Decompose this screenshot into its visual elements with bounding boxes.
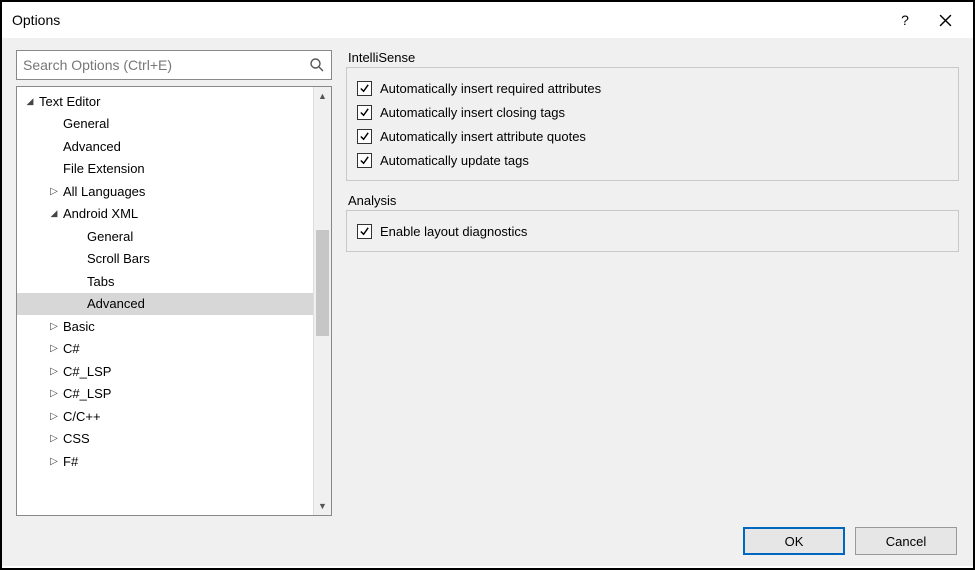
tree-item-label: Text Editor [39, 94, 100, 109]
tree-item[interactable]: ▷C/C++ [17, 405, 313, 428]
cancel-button[interactable]: Cancel [855, 527, 957, 555]
tree-item[interactable]: ▷C#_LSP [17, 383, 313, 406]
chevron-right-icon[interactable]: ▷ [47, 321, 61, 332]
tree-item[interactable]: ▷General [17, 113, 313, 136]
check-icon [359, 131, 370, 142]
search-input[interactable] [23, 57, 309, 73]
checkbox[interactable] [357, 105, 372, 120]
checkbox-label: Automatically insert attribute quotes [380, 129, 586, 144]
left-column: ◢Text Editor▷General▷Advanced▷File Exten… [16, 50, 332, 516]
scroll-up-button[interactable]: ▲ [314, 87, 331, 105]
checkbox[interactable] [357, 153, 372, 168]
checkbox-row[interactable]: Automatically insert attribute quotes [357, 124, 948, 148]
scroll-track[interactable] [314, 105, 331, 497]
scroll-down-button[interactable]: ▼ [314, 497, 331, 515]
checkbox-row[interactable]: Enable layout diagnostics [357, 219, 948, 243]
check-icon [359, 226, 370, 237]
close-icon [939, 14, 952, 27]
checkbox[interactable] [357, 81, 372, 96]
tree-item-label: All Languages [63, 184, 145, 199]
group-box: Enable layout diagnostics [346, 210, 959, 252]
tree-item[interactable]: ▷Tabs [17, 270, 313, 293]
tree-container: ◢Text Editor▷General▷Advanced▷File Exten… [16, 86, 332, 516]
tree-item-label: Android XML [63, 206, 138, 221]
checkbox[interactable] [357, 129, 372, 144]
tree-item[interactable]: ▷CSS [17, 428, 313, 451]
checkbox[interactable] [357, 224, 372, 239]
scroll-thumb[interactable] [316, 230, 329, 336]
chevron-right-icon[interactable]: ▷ [47, 343, 61, 354]
chevron-right-icon[interactable]: ▷ [47, 388, 61, 399]
tree-item[interactable]: ▷Basic [17, 315, 313, 338]
tree-item-label: CSS [63, 431, 90, 446]
settings-group: IntelliSense Automatically insert require… [346, 50, 959, 181]
tree-item[interactable]: ▷F# [17, 450, 313, 473]
options-tree[interactable]: ◢Text Editor▷General▷Advanced▷File Exten… [17, 87, 313, 515]
tree-item-label: F# [63, 454, 78, 469]
chevron-right-icon[interactable]: ▷ [47, 456, 61, 467]
content-area: ◢Text Editor▷General▷Advanced▷File Exten… [2, 38, 973, 516]
chevron-right-icon[interactable]: ▷ [47, 366, 61, 377]
tree-item[interactable]: ◢Android XML [17, 203, 313, 226]
settings-panel: IntelliSense Automatically insert require… [346, 50, 959, 516]
chevron-right-icon[interactable]: ▷ [47, 411, 61, 422]
checkbox-label: Automatically update tags [380, 153, 529, 168]
tree-item-label: General [87, 229, 133, 244]
tree-item[interactable]: ▷General [17, 225, 313, 248]
tree-item[interactable]: ▷Scroll Bars [17, 248, 313, 271]
close-button[interactable] [925, 2, 965, 38]
tree-item-label: C# [63, 341, 80, 356]
tree-item-label: File Extension [63, 161, 145, 176]
tree-item-label: General [63, 116, 109, 131]
group-title: IntelliSense [346, 50, 959, 65]
checkbox-label: Automatically insert closing tags [380, 105, 565, 120]
tree-item-label: Scroll Bars [87, 251, 150, 266]
checkbox-row[interactable]: Automatically update tags [357, 148, 948, 172]
tree-item[interactable]: ▷All Languages [17, 180, 313, 203]
titlebar: Options ? [2, 2, 973, 38]
chevron-down-icon[interactable]: ◢ [23, 96, 37, 107]
check-icon [359, 155, 370, 166]
checkbox-row[interactable]: Automatically insert required attributes [357, 76, 948, 100]
tree-item[interactable]: ▷Advanced [17, 135, 313, 158]
chevron-right-icon[interactable]: ▷ [47, 433, 61, 444]
settings-group: Analysis Enable layout diagnostics [346, 193, 959, 252]
tree-item-label: C/C++ [63, 409, 101, 424]
group-box: Automatically insert required attributes… [346, 67, 959, 181]
tree-item-label: Basic [63, 319, 95, 334]
ok-button[interactable]: OK [743, 527, 845, 555]
help-button[interactable]: ? [885, 2, 925, 38]
tree-item-label: C#_LSP [63, 364, 111, 379]
scrollbar[interactable]: ▲ ▼ [313, 87, 331, 515]
chevron-right-icon[interactable]: ▷ [47, 186, 61, 197]
check-icon [359, 107, 370, 118]
tree-item[interactable]: ▷File Extension [17, 158, 313, 181]
tree-item[interactable]: ▷C# [17, 338, 313, 361]
checkbox-label: Automatically insert required attributes [380, 81, 601, 96]
group-title: Analysis [346, 193, 959, 208]
chevron-down-icon[interactable]: ◢ [47, 208, 61, 219]
tree-item[interactable]: ▷C#_LSP [17, 360, 313, 383]
tree-item[interactable]: ◢Text Editor [17, 90, 313, 113]
tree-item-label: Advanced [63, 139, 121, 154]
checkbox-label: Enable layout diagnostics [380, 224, 527, 239]
tree-item[interactable]: ▷Advanced [17, 293, 313, 316]
window-title: Options [12, 12, 885, 28]
check-icon [359, 83, 370, 94]
checkbox-row[interactable]: Automatically insert closing tags [357, 100, 948, 124]
search-icon [309, 57, 325, 73]
search-box[interactable] [16, 50, 332, 80]
tree-item-label: C#_LSP [63, 386, 111, 401]
tree-item-label: Advanced [87, 296, 145, 311]
dialog-footer: OK Cancel [2, 516, 973, 566]
tree-item-label: Tabs [87, 274, 114, 289]
